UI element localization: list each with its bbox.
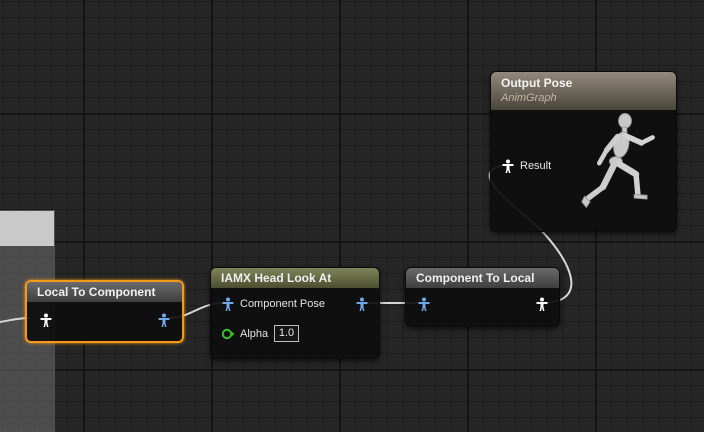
alpha-value-field[interactable]: 1.0	[274, 325, 299, 342]
person-blue-icon	[418, 297, 430, 311]
alpha-input-pin[interactable]	[221, 327, 235, 341]
result-label: Result	[520, 160, 552, 172]
component-pose-output-pin[interactable]	[157, 313, 171, 327]
alpha-label: Alpha	[240, 328, 269, 340]
local-pose-output-pin[interactable]	[535, 297, 549, 311]
local-to-component-node[interactable]: Local To Component	[25, 280, 184, 343]
local-pose-input-pin[interactable]	[39, 313, 53, 327]
person-blue-icon	[158, 313, 170, 327]
component-to-local-node[interactable]: Component To Local	[405, 267, 560, 327]
node-subtitle: AnimGraph	[501, 92, 557, 104]
component-pose-output-pin[interactable]	[355, 297, 369, 311]
component-pose-input-pin[interactable]	[221, 297, 235, 311]
person-blue-icon	[222, 297, 234, 311]
person-white-icon	[502, 159, 514, 173]
output-pose-node[interactable]: Output Pose AnimGraph Result	[490, 71, 677, 232]
node-title: IAMX Head Look At	[211, 268, 379, 288]
person-blue-icon	[356, 297, 368, 311]
node-title: Output Pose	[501, 76, 573, 90]
node-title: Local To Component	[27, 282, 182, 302]
result-input-pin[interactable]	[501, 159, 515, 173]
component-pose-label: Component Pose	[240, 298, 325, 310]
node-title: Component To Local	[406, 268, 559, 288]
component-pose-input-pin[interactable]	[417, 297, 431, 311]
running-mannequin-icon	[581, 113, 655, 209]
float-pin-icon	[221, 328, 235, 340]
person-white-icon	[536, 297, 548, 311]
output-pose-header: Output Pose AnimGraph	[491, 72, 676, 110]
person-white-icon	[40, 313, 52, 327]
head-look-at-node[interactable]: IAMX Head Look At Component Pose Alpha 1…	[210, 267, 380, 359]
